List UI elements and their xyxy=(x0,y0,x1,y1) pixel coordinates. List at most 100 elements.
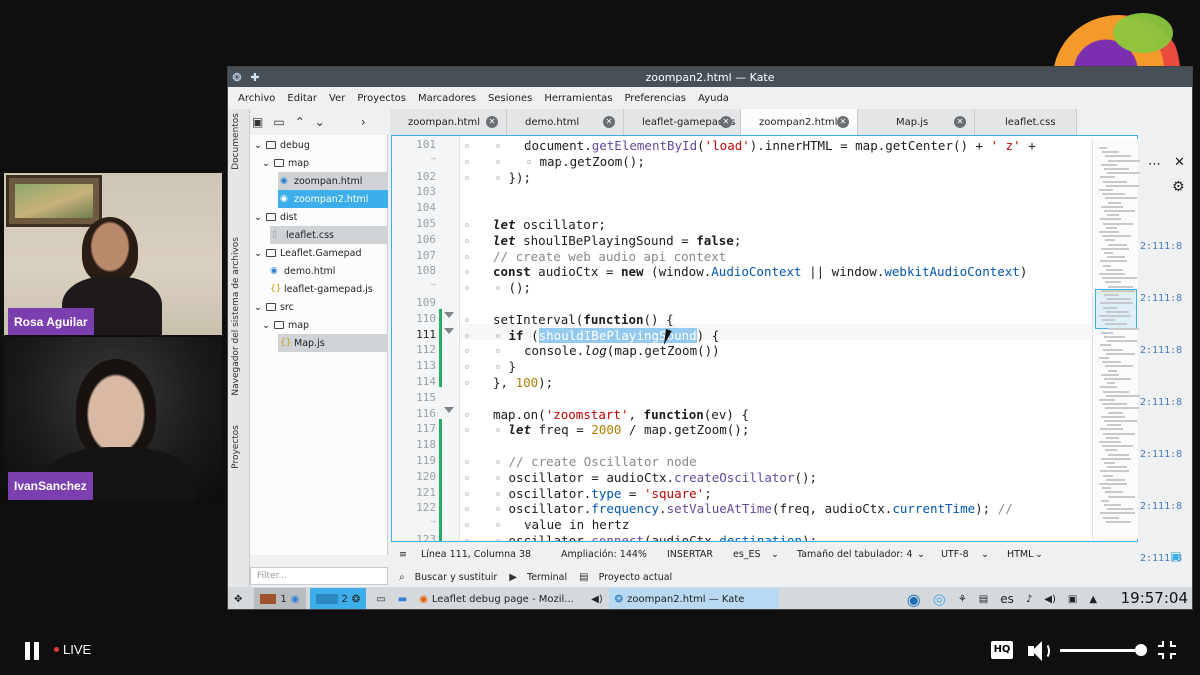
search-replace-button[interactable]: Buscar y sustituir xyxy=(415,572,498,583)
tree-item-leaflet-css[interactable]: ▯ leaflet.css xyxy=(270,226,388,244)
gear-icon[interactable]: ⚙ xyxy=(1172,179,1185,195)
tab-map-js[interactable]: Map.js ✕ xyxy=(858,109,975,135)
file-manager-icon[interactable]: ▬ xyxy=(392,588,413,609)
up-arrow-icon[interactable]: ⌃ xyxy=(295,115,305,129)
syntax-mode[interactable]: HTML xyxy=(1007,549,1035,560)
code-line[interactable]: // create Oscillator node xyxy=(509,454,697,469)
code-line[interactable]: // create web audio api context xyxy=(493,249,726,264)
tab-size[interactable]: Tamaño del tabulador: 4 xyxy=(797,549,917,560)
tab-zoompan[interactable]: zoompan.html ✕ xyxy=(390,109,507,135)
dictionary[interactable]: es_ES xyxy=(733,549,771,560)
menu-sesiones[interactable]: Sesiones xyxy=(482,93,538,104)
tray-expand-icon[interactable]: ▲ xyxy=(1083,588,1103,609)
fold-marker-icon[interactable] xyxy=(444,312,454,318)
task-firefox[interactable]: ◉ Leaflet debug page - Mozil... xyxy=(413,588,585,609)
menu-ver[interactable]: Ver xyxy=(323,93,351,104)
menu-preferencias[interactable]: Preferencias xyxy=(618,93,692,104)
volume-slider-knob[interactable] xyxy=(1135,644,1147,656)
tree-item-zoompan2[interactable]: ◉ zoompan2.html xyxy=(278,190,388,208)
code-line[interactable]: console.log(map.getZoom()) xyxy=(524,343,720,358)
code-line[interactable]: oscillator.connect(audioCtx.destination)… xyxy=(509,533,818,541)
notifications-icon[interactable]: ⚘ xyxy=(952,588,973,609)
tab-zoompan2[interactable]: zoompan2.html ✕ xyxy=(741,109,858,135)
task-kate[interactable]: ❂ zoompan2.html — Kate xyxy=(608,588,779,609)
code-line[interactable]: if (shouldIBePlayingSound) { xyxy=(509,327,719,343)
more-icon[interactable]: ⋯ xyxy=(1148,157,1161,172)
pager-desktop-2[interactable]: 2 ❂ xyxy=(309,588,367,609)
cursor-position[interactable]: Línea 111, Columna 38 xyxy=(421,549,561,560)
volume-slider[interactable] xyxy=(1060,649,1142,652)
fold-marker-icon[interactable] xyxy=(444,407,454,413)
pause-icon[interactable] xyxy=(25,642,39,660)
close-icon[interactable]: ✕ xyxy=(720,116,732,128)
menu-editar[interactable]: Editar xyxy=(281,93,323,104)
clock[interactable]: 19:57:04 xyxy=(1121,589,1188,607)
volume-icon[interactable] xyxy=(1028,640,1052,662)
minimap[interactable] xyxy=(1092,139,1143,539)
zoom-level[interactable]: Ampliación: 144% xyxy=(561,549,667,560)
side-tab-filesystem[interactable]: Navegador del sistema de archivos xyxy=(231,237,241,396)
input-mode[interactable]: INSERTAR xyxy=(667,549,733,560)
code-line[interactable]: let oscillator; xyxy=(493,217,606,232)
tree-item-map-js[interactable]: {} Map.js xyxy=(278,334,388,352)
code-line[interactable]: document.getElementById('load').innerHTM… xyxy=(524,138,1036,153)
close-icon[interactable]: ✕ xyxy=(954,116,966,128)
tree-item-demo[interactable]: ◉ demo.html xyxy=(270,262,335,280)
tray-icon-blue[interactable]: ◉ xyxy=(901,588,927,609)
quality-button[interactable]: HQ xyxy=(991,641,1013,659)
close-icon[interactable]: ✕ xyxy=(603,116,615,128)
open-folder-icon[interactable]: ▭ xyxy=(273,115,284,129)
terminal-button[interactable]: Terminal xyxy=(527,572,567,583)
code-editor[interactable]: 101 document.getElementById('load').inner… xyxy=(391,135,1138,542)
tab-leaflet-css[interactable]: leaflet.css xyxy=(975,109,1077,135)
volume-icon[interactable]: ◀) xyxy=(1038,588,1062,609)
clipboard-icon[interactable]: ▤ xyxy=(973,588,994,609)
tray-icon-ring[interactable]: ◎ xyxy=(927,588,952,609)
close-icon[interactable]: ✕ xyxy=(486,116,498,128)
code-line[interactable]: oscillator.type = 'square'; xyxy=(509,486,712,501)
tab-leaflet-gamepad[interactable]: leaflet-gamepad.js ✕ xyxy=(624,109,741,135)
code-line[interactable]: map.on('zoomstart', function(ev) { xyxy=(493,407,749,422)
code-line[interactable]: (); xyxy=(509,280,532,295)
menu-herramientas[interactable]: Herramientas xyxy=(538,93,618,104)
menu-proyectos[interactable]: Proyectos xyxy=(351,93,412,104)
fold-marker-icon[interactable] xyxy=(444,328,454,334)
side-tab-projects[interactable]: Proyectos xyxy=(231,425,241,469)
code-line[interactable]: }, 100); xyxy=(493,375,553,390)
pager-desktop-1[interactable]: 1 ◉ xyxy=(254,588,306,609)
tree-item-debug[interactable]: ⌄ debug xyxy=(254,136,310,154)
code-line[interactable]: const audioCtx = new (window.AudioContex… xyxy=(493,264,1027,279)
code-line[interactable]: setInterval(function() { xyxy=(493,312,674,327)
code-line[interactable]: } xyxy=(509,359,517,374)
menu-marcadores[interactable]: Marcadores xyxy=(412,93,482,104)
menu-ayuda[interactable]: Ayuda xyxy=(692,93,735,104)
code-line[interactable]: let freq = 2000 / map.getZoom(); xyxy=(509,422,750,437)
keyboard-layout[interactable]: es xyxy=(994,588,1020,609)
tree-item-zoompan[interactable]: ◉ zoompan.html xyxy=(278,172,388,190)
code-line[interactable]: }); xyxy=(509,170,532,185)
tree-item-leaflet-gamepad[interactable]: ⌄ Leaflet.Gamepad xyxy=(254,244,362,262)
encoding[interactable]: UTF-8 xyxy=(941,549,981,560)
fullscreen-icon[interactable] xyxy=(1158,641,1176,659)
new-file-icon[interactable]: ▣ xyxy=(252,115,263,129)
code-line[interactable]: let shoulIBePlayingSound = false; xyxy=(493,233,741,248)
code-line[interactable]: oscillator.frequency.setValueAtTime(freq… xyxy=(509,501,1013,516)
current-project-button[interactable]: Proyecto actual xyxy=(599,572,673,583)
tree-filter-input[interactable]: Filter... xyxy=(250,567,388,585)
down-arrow-icon[interactable]: ⌄ xyxy=(315,115,325,129)
code-line[interactable]: value in hertz xyxy=(524,517,629,532)
next-arrow-icon[interactable]: › xyxy=(361,115,366,129)
tree-item-gamepad-js[interactable]: {} leaflet-gamepad.js xyxy=(270,280,373,298)
code-line[interactable]: map.getZoom(); xyxy=(540,154,645,169)
tree-item-map[interactable]: ⌄ map xyxy=(262,154,309,172)
app-launcher-icon[interactable]: ✥ xyxy=(228,588,248,609)
network-icon[interactable]: ▣ xyxy=(1062,588,1083,609)
tab-demo[interactable]: demo.html ✕ xyxy=(507,109,624,135)
panel-icon[interactable]: ▣ xyxy=(1170,549,1181,563)
close-icon[interactable]: ✕ xyxy=(1174,155,1185,170)
close-icon[interactable]: ✕ xyxy=(837,116,849,128)
show-desktop-icon[interactable]: ▭ xyxy=(370,588,391,609)
tree-item-src[interactable]: ⌄ src xyxy=(254,298,294,316)
microphone-icon[interactable]: ♪ xyxy=(1020,588,1038,609)
code-line[interactable]: oscillator = audioCtx.createOscillator()… xyxy=(509,470,818,485)
